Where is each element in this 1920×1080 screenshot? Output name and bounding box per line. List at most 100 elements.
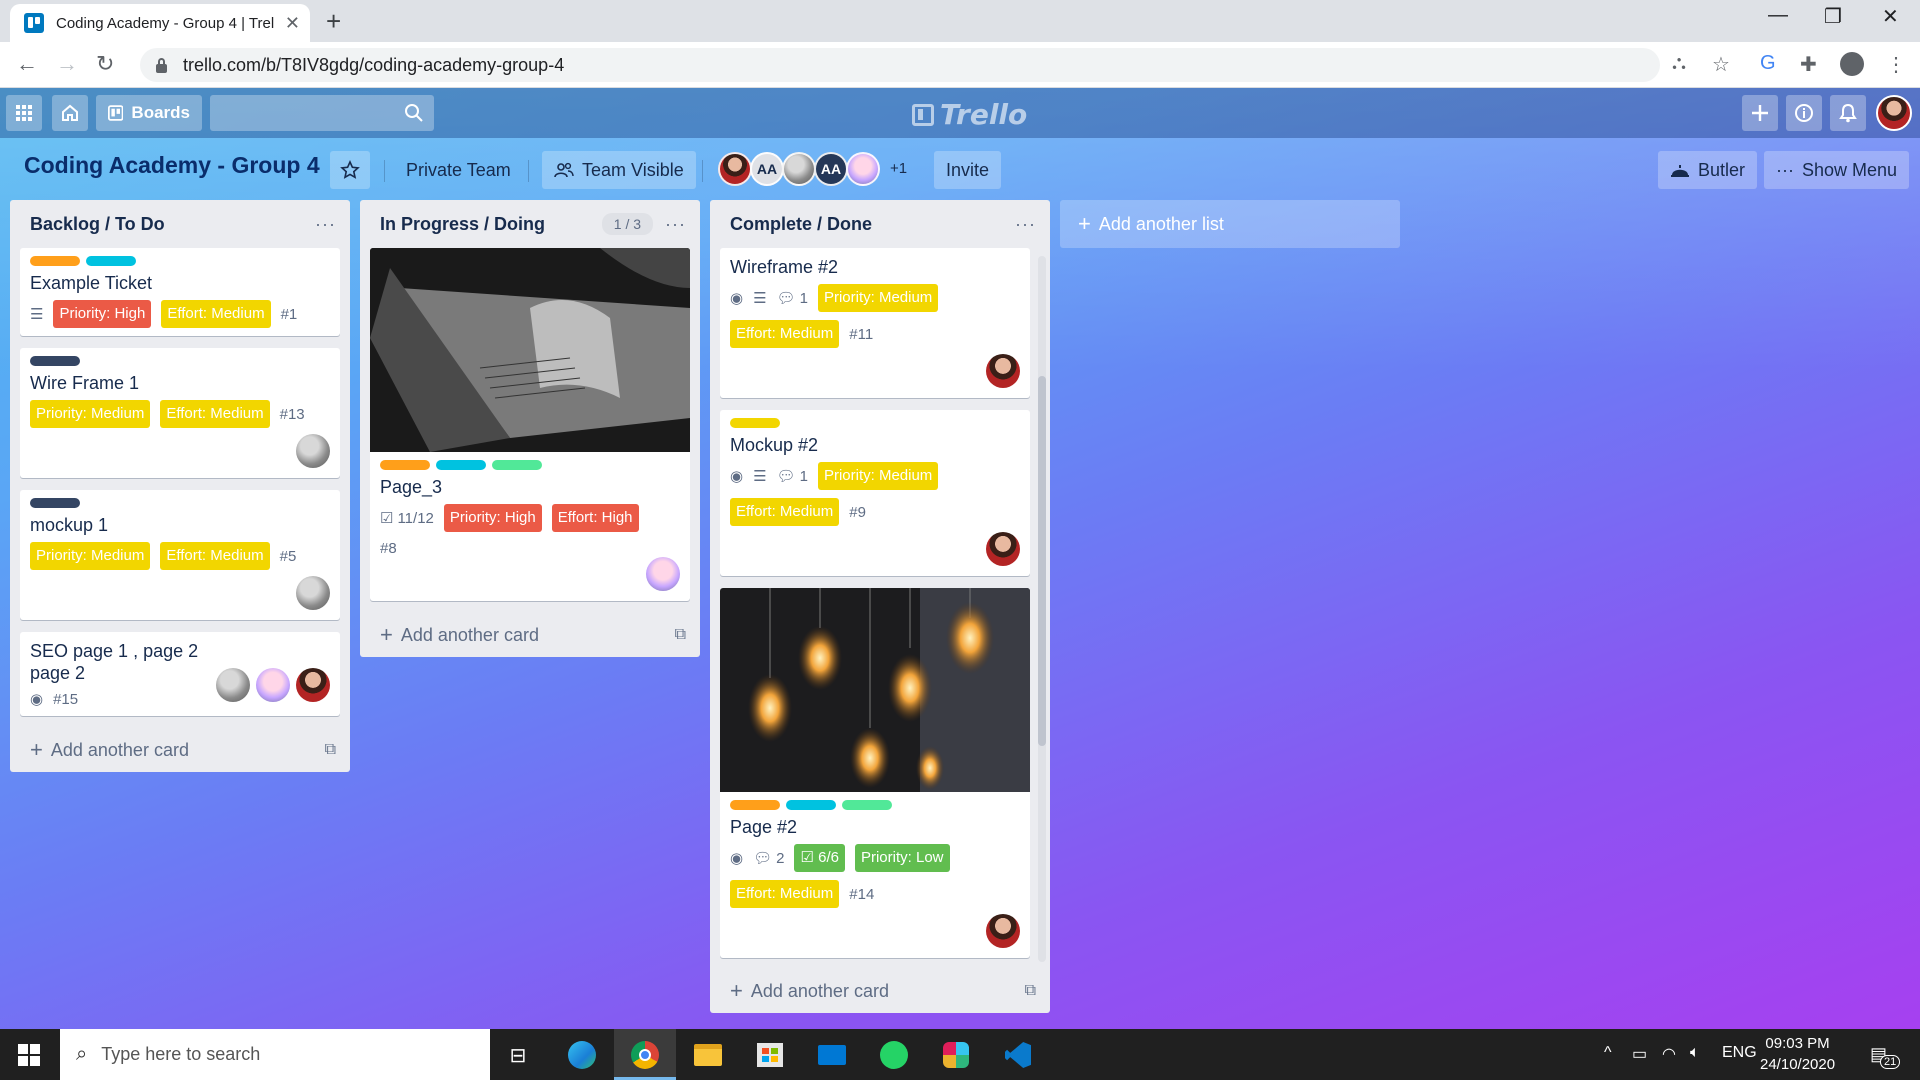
- show-menu-button[interactable]: ··· Show Menu: [1764, 151, 1910, 189]
- search-input[interactable]: [210, 95, 434, 131]
- reload-icon[interactable]: ↻: [96, 51, 114, 77]
- minimize-button[interactable]: —: [1768, 4, 1788, 27]
- task-view-icon[interactable]: ⊟: [502, 1039, 534, 1071]
- slack-icon[interactable]: [940, 1039, 972, 1071]
- language-indicator[interactable]: ENG: [1722, 1044, 1757, 1062]
- translate-icon[interactable]: ⛬: [1672, 52, 1686, 75]
- profile-icon[interactable]: [1840, 52, 1864, 76]
- chrome-menu-icon[interactable]: ⋮: [1886, 52, 1906, 77]
- card[interactable]: Mockup #2 ◉ ☰ 💬︎ 1 Priority: Medium Effo…: [720, 410, 1030, 576]
- board-title[interactable]: Coding Academy - Group 4: [24, 152, 320, 179]
- google-translate-extension-icon[interactable]: G: [1760, 52, 1776, 75]
- list-menu-icon[interactable]: ···: [665, 214, 686, 235]
- team-button[interactable]: Private Team: [398, 151, 519, 189]
- label-sky[interactable]: [786, 800, 836, 810]
- address-bar[interactable]: trello.com/b/T8IV8gdg/coding-academy-gro…: [140, 48, 1660, 82]
- maximize-button[interactable]: ❐: [1824, 4, 1842, 29]
- battery-icon[interactable]: ▭: [1632, 1044, 1647, 1064]
- edge-icon[interactable]: [566, 1039, 598, 1071]
- boards-button[interactable]: Boards: [96, 95, 202, 131]
- card-member-avatar[interactable]: [256, 668, 290, 702]
- wifi-icon[interactable]: ◠: [1662, 1044, 1676, 1064]
- card[interactable]: Example Ticket ☰ Priority: High Effort: …: [20, 248, 340, 336]
- list-menu-icon[interactable]: ···: [315, 214, 336, 235]
- list-title[interactable]: Backlog / To Do: [30, 214, 315, 235]
- card-member-avatar[interactable]: [296, 434, 330, 468]
- card[interactable]: Page #2 ◉ 💬︎ 2 ☑ 6/6 Priority: Low Effor…: [720, 588, 1030, 958]
- windows-start-icon[interactable]: [18, 1044, 40, 1066]
- label-lime[interactable]: [842, 800, 892, 810]
- card[interactable]: SEO page 1 , page 2 page 2 ◉ #15: [20, 632, 340, 716]
- label-lime[interactable]: [492, 460, 542, 470]
- browser-tab[interactable]: Coding Academy - Group 4 | Trel ✕: [10, 4, 310, 42]
- label-yellow[interactable]: [730, 418, 780, 428]
- butler-button[interactable]: Butler: [1658, 151, 1758, 189]
- extensions-puzzle-icon[interactable]: ✚: [1800, 52, 1817, 77]
- card-member-avatar[interactable]: [986, 354, 1020, 388]
- forward-arrow-icon[interactable]: →: [56, 51, 78, 77]
- add-card-button[interactable]: + Add another card ⧉: [710, 969, 1050, 1013]
- create-button[interactable]: [1742, 95, 1778, 131]
- list-scrollbar[interactable]: [1038, 256, 1046, 962]
- card[interactable]: Wire Frame 1 Priority: Medium Effort: Me…: [20, 348, 340, 478]
- list-title[interactable]: Complete / Done: [730, 214, 1015, 235]
- label-sky[interactable]: [436, 460, 486, 470]
- file-explorer-icon[interactable]: [692, 1039, 724, 1071]
- store-icon[interactable]: [754, 1039, 786, 1071]
- add-card-button[interactable]: + Add another card ⧉: [10, 728, 350, 772]
- member-avatar[interactable]: [782, 152, 816, 186]
- card-member-avatar[interactable]: [296, 668, 330, 702]
- member-avatar[interactable]: AA: [750, 152, 784, 186]
- info-button[interactable]: [1786, 95, 1822, 131]
- window-close-button[interactable]: ✕: [1882, 4, 1899, 29]
- apps-grid-button[interactable]: [6, 95, 42, 131]
- label-black[interactable]: [30, 356, 80, 366]
- comment-count: 1: [799, 289, 808, 307]
- notifications-button[interactable]: [1830, 95, 1866, 131]
- card-member-avatar[interactable]: [986, 914, 1020, 948]
- add-list-button[interactable]: + Add another list: [1060, 200, 1400, 248]
- card[interactable]: mockup 1 Priority: Medium Effort: Medium…: [20, 490, 340, 620]
- vscode-icon[interactable]: [1002, 1039, 1034, 1071]
- list-menu-icon[interactable]: ···: [1015, 214, 1036, 235]
- chrome-icon[interactable]: [629, 1039, 661, 1071]
- card-template-icon[interactable]: ⧉: [325, 741, 336, 759]
- visibility-button[interactable]: Team Visible: [542, 151, 696, 189]
- tray-overflow-icon[interactable]: ^: [1604, 1044, 1612, 1062]
- label-orange[interactable]: [30, 256, 80, 266]
- member-avatar[interactable]: AA: [814, 152, 848, 186]
- add-card-button[interactable]: + Add another card ⧉: [360, 613, 700, 657]
- more-members-count[interactable]: +1: [890, 152, 907, 186]
- card-template-icon[interactable]: ⧉: [675, 626, 686, 644]
- mail-icon[interactable]: [816, 1039, 848, 1071]
- home-button[interactable]: [52, 95, 88, 131]
- card[interactable]: Page_3 ☑ 11/12 Priority: High Effort: Hi…: [370, 248, 690, 601]
- system-clock[interactable]: 09:03 PM 24/10/2020: [1760, 1033, 1835, 1075]
- card-member-avatar[interactable]: [986, 532, 1020, 566]
- label-black[interactable]: [30, 498, 80, 508]
- new-tab-button[interactable]: +: [326, 6, 341, 37]
- bookmark-star-icon[interactable]: ☆: [1712, 52, 1730, 77]
- tab-close-icon[interactable]: ✕: [285, 13, 300, 34]
- back-arrow-icon[interactable]: ←: [16, 51, 38, 77]
- invite-button[interactable]: Invite: [934, 151, 1002, 189]
- list-title[interactable]: In Progress / Doing: [380, 214, 602, 235]
- label-sky[interactable]: [86, 256, 136, 266]
- star-board-button[interactable]: [330, 151, 370, 189]
- user-avatar[interactable]: [1876, 95, 1912, 131]
- member-avatar[interactable]: [718, 152, 752, 186]
- whatsapp-icon[interactable]: [878, 1039, 910, 1071]
- card-member-avatar[interactable]: [646, 557, 680, 591]
- card[interactable]: Wireframe #2 ◉ ☰ 💬︎ 1 Priority: Medium E…: [720, 248, 1030, 398]
- card-member-avatar[interactable]: [216, 668, 250, 702]
- info-icon: [1795, 104, 1813, 122]
- trello-logo[interactable]: Trello: [912, 98, 1027, 131]
- card-template-icon[interactable]: ⧉: [1025, 982, 1036, 1000]
- label-orange[interactable]: [380, 460, 430, 470]
- label-orange[interactable]: [730, 800, 780, 810]
- volume-icon[interactable]: 🔈︎: [1690, 1044, 1700, 1062]
- member-avatar[interactable]: [846, 152, 880, 186]
- taskbar-search-input[interactable]: ⌕ Type here to search: [60, 1029, 490, 1080]
- card-member-avatar[interactable]: [296, 576, 330, 610]
- scrollbar-thumb[interactable]: [1038, 376, 1046, 746]
